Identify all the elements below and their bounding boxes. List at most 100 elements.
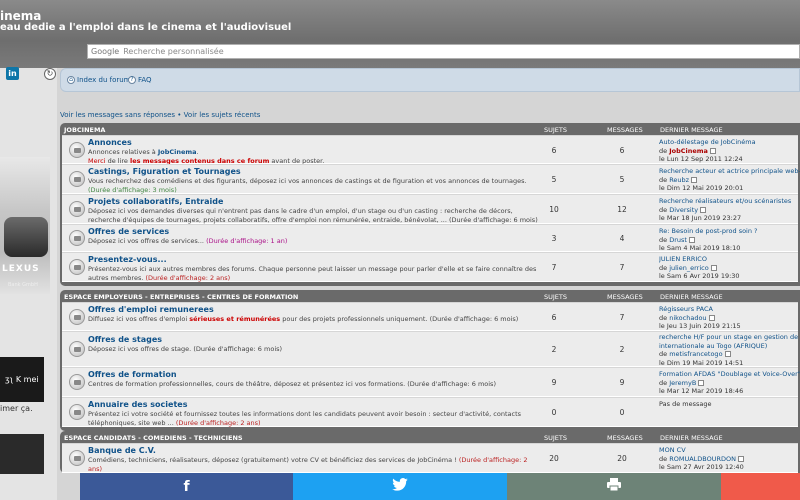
col-last-post: DERNIER MESSAGE [660, 434, 723, 442]
nav-index-link[interactable]: ⌂ Index du forum [67, 76, 130, 84]
forum-title[interactable]: Offres de services [88, 227, 169, 236]
share-twitter-button[interactable] [293, 473, 507, 500]
last-post-title-cont[interactable]: internationale au Togo (AFRIQUE) [659, 342, 767, 350]
ad-subtext: Bank GmbH [8, 282, 38, 288]
category-title[interactable]: ESPACE CANDIDATS - COMEDIENS - TECHNICIE… [64, 434, 243, 442]
last-post-date: le Jeu 13 Juin 2019 21:15 [659, 322, 741, 330]
forum-messages-count: 5 [619, 175, 625, 184]
last-post-author[interactable]: nikochadou [669, 314, 706, 322]
last-post-author[interactable]: metisfrancetogo [669, 350, 722, 358]
last-post-title[interactable]: JULIEN ERRICO [659, 255, 707, 263]
desc-highlight: sérieuses et rémunérées [189, 315, 281, 323]
advertisement-banner[interactable]: LEXUS Bank GmbH [0, 157, 50, 294]
forum-title[interactable]: Presentez-vous... [88, 255, 167, 264]
forum-title[interactable]: Projets collaboratifs, Entraide [88, 197, 223, 206]
view-latest-post-icon[interactable] [738, 455, 744, 462]
last-post-author[interactable]: JeremyB [669, 379, 696, 387]
view-latest-post-icon[interactable] [688, 236, 695, 243]
forum-list: Offres d'emploi remunerees Diffusez ici … [62, 302, 800, 427]
desc-link[interactable]: JobCinema [158, 148, 197, 156]
last-post-by: de [659, 313, 670, 322]
desc-duration: (Durée d'affichage: 2 ans) [173, 418, 261, 427]
desc-text: recherche d'équipes de tournages, projet… [88, 215, 447, 224]
view-latest-post-icon[interactable] [709, 147, 716, 154]
desc-text: Annonces relatives à [88, 148, 158, 156]
desc-text: Déposez ici vos offres de stage. [88, 345, 192, 353]
view-latest-post-icon[interactable] [698, 379, 705, 386]
forum-subjects-count: 6 [551, 146, 557, 155]
forum-subjects-count: 2 [551, 345, 557, 354]
unanswered-link[interactable]: Voir les messages sans réponses [60, 111, 175, 119]
forum-read-icon [69, 259, 85, 275]
last-post-title[interactable]: MON CV [659, 446, 686, 454]
last-post-by: de [659, 378, 670, 387]
advertisement-banner-3[interactable] [0, 434, 44, 474]
view-latest-post-icon[interactable] [724, 351, 731, 357]
view-latest-post-icon[interactable] [691, 176, 698, 183]
last-post-author[interactable]: Diversity [669, 206, 698, 214]
desc-text: . [196, 148, 199, 156]
last-post-date: le Mar 18 Jun 2019 23:27 [659, 214, 742, 222]
last-post-title[interactable]: recherche H/F pour un stage en gestion d… [659, 333, 800, 341]
forum-title[interactable]: Annonces [88, 138, 132, 147]
category-candidats: ESPACE CANDIDATS - COMEDIENS - TECHNICIE… [60, 431, 800, 473]
view-latest-post-icon[interactable] [700, 206, 707, 213]
share-mail-button[interactable] [721, 473, 800, 500]
quick-links: Voir les messages sans réponses • Voir l… [60, 111, 260, 119]
forum-subjects-count: 7 [551, 263, 557, 272]
forum-description: Comédiens, techniciens, réalisateurs, dé… [88, 456, 538, 473]
forum-title[interactable]: Banque de C.V. [88, 446, 156, 455]
search-input[interactable]: Google Recherche personnalisée [87, 44, 800, 59]
last-post-author[interactable]: Reubz [669, 176, 689, 184]
last-post-title[interactable]: Recherche acteur et actrice principale w… [659, 167, 800, 175]
linkedin-icon[interactable]: in [6, 67, 19, 80]
forum-last-post: MON CV de ROMUALDBOURDON le Sam 27 Avr 2… [659, 446, 800, 472]
desc-duration: (Durée d'affichage: 6 mois) [427, 315, 519, 323]
forum-list: Banque de C.V. Comédiens, techniciens, r… [62, 443, 798, 473]
last-post-title[interactable]: Formation AFDAS "Doublage et Voice-Over" [659, 370, 800, 378]
forum-subjects-count: 0 [551, 408, 557, 417]
category-employeurs: ESPACE EMPLOYEURS - ENTREPRISES - CENTRE… [60, 290, 800, 431]
forum-read-icon [69, 341, 85, 357]
desc-duration: (Durée d'affichage: 6 mois) [191, 345, 283, 353]
ad2-text: ʒʅ K mei [5, 375, 39, 384]
refresh-icon[interactable]: ↻ [44, 68, 56, 80]
forum-title[interactable]: Offres de stages [88, 335, 162, 344]
last-post-title[interactable]: Recherche réalisateurs et/ou scénaristes [659, 197, 791, 205]
site-title[interactable]: inema [0, 9, 41, 23]
google-brand-label: Google [91, 47, 120, 56]
desc-text: autres membres. [88, 273, 144, 282]
nav-faq-link[interactable]: ? FAQ [128, 76, 152, 84]
advertisement-banner-2[interactable]: ʒʅ K mei [0, 357, 44, 402]
view-latest-post-icon[interactable] [710, 264, 717, 271]
site-header: inema eau dedie a l'emploi dans le cinem… [0, 0, 800, 68]
forum-title[interactable]: Annuaire des societes [88, 400, 187, 409]
forum-row: Offres de stages Déposez ici vos offres … [62, 331, 800, 367]
ad-caption: imer ça. [0, 404, 33, 413]
forum-read-icon [69, 141, 85, 158]
last-post-author[interactable]: julien_errico [669, 264, 709, 272]
last-post-author[interactable]: JobCinema [669, 147, 708, 155]
last-post-title[interactable]: Re: Besoin de post-prod soin ? [659, 227, 758, 235]
category-title[interactable]: JOBCINEMA [64, 126, 105, 134]
view-latest-post-icon[interactable] [708, 314, 715, 321]
last-post-author[interactable]: Drust [669, 236, 687, 244]
last-post-author[interactable]: ROMUALDBOURDON [669, 455, 736, 463]
last-post-title[interactable]: Auto-délestage de JobCinéma [659, 138, 756, 146]
forum-list: Annonces Annonces relatives à JobCinema.… [62, 135, 800, 282]
active-topics-link[interactable]: Voir les sujets récents [184, 111, 261, 119]
forum-title[interactable]: Castings, Figuration et Tournages [88, 167, 241, 176]
desc-duration: (Durée d'affichage: 2 ans) [143, 273, 231, 282]
forum-row: Offres de formation Centres de formation… [62, 367, 800, 397]
forum-title[interactable]: Offres de formation [88, 370, 177, 379]
share-print-button[interactable] [507, 473, 721, 500]
last-post-by: de [659, 454, 670, 463]
last-post-by: de [659, 205, 670, 214]
last-post-title[interactable]: Régisseurs PACA [659, 305, 713, 313]
forum-title[interactable]: Offres d'emploi remunerees [88, 305, 214, 314]
forum-description: Diffusez ici vos offres d'emploi sérieus… [88, 315, 528, 324]
forum-messages-count: 4 [619, 234, 625, 243]
share-facebook-button[interactable]: f [80, 473, 293, 500]
category-title[interactable]: ESPACE EMPLOYEURS - ENTREPRISES - CENTRE… [64, 293, 298, 301]
forum-row: Castings, Figuration et Tournages Vous r… [62, 164, 800, 194]
